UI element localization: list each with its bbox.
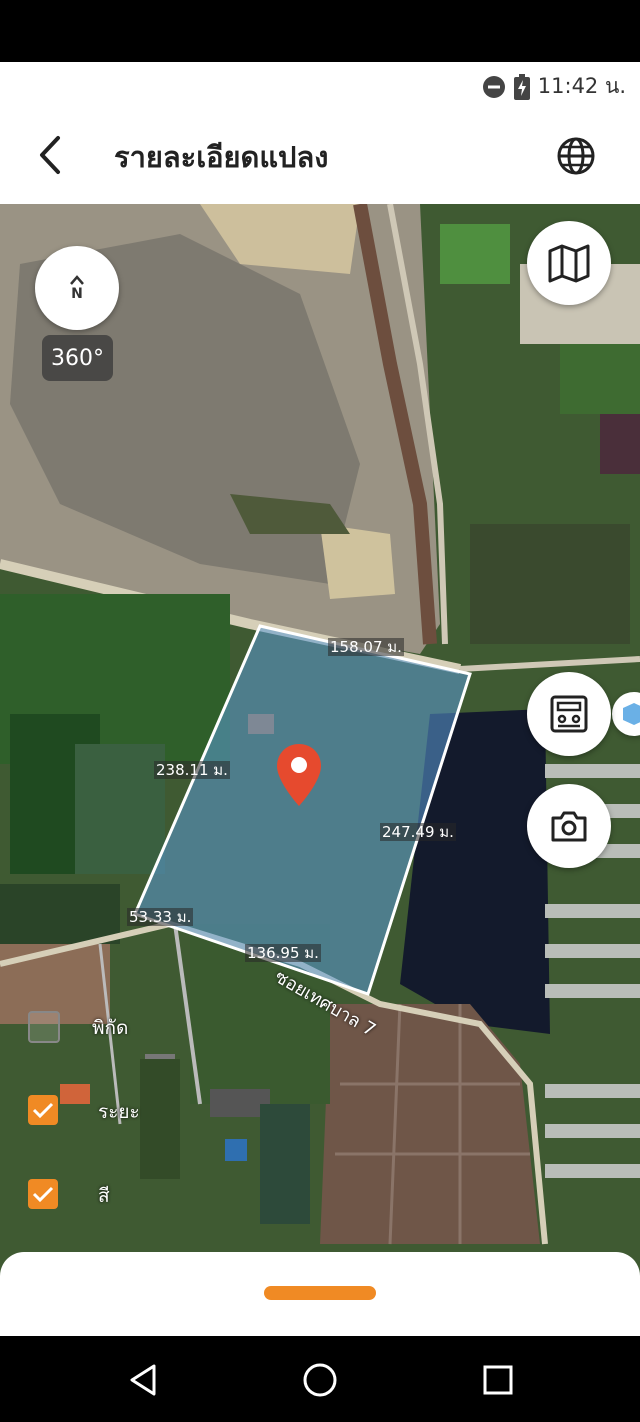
cube-icon [623,703,640,725]
status-time: 11:42 น. [537,74,626,98]
camera-button[interactable] [527,784,611,868]
measure-top: 158.07 ม. [328,638,404,656]
calculator-button[interactable] [527,672,611,756]
back-triangle-icon[interactable] [124,1360,164,1400]
rotation-degree-badge[interactable]: 360° [42,335,113,381]
back-arrow-icon[interactable] [30,132,70,178]
measure-bottom: 136.95 ม. [245,944,321,962]
status-bar: 11:42 น. [0,62,640,108]
recents-square-icon[interactable] [478,1360,518,1400]
system-nav-bar [0,1336,640,1422]
color-checkbox[interactable] [28,1179,58,1209]
compass-north-label: N [71,286,83,302]
color-label: สี [98,1185,110,1207]
measure-bottom-left: 53.33 ม. [127,908,194,926]
coordinates-label: พิกัด [92,1017,129,1039]
battery-charging-icon [513,73,530,100]
check-icon [32,1186,54,1203]
sheet-drag-handle[interactable] [264,1286,376,1300]
coordinates-checkbox[interactable] [28,1011,60,1043]
calculator-icon [550,695,588,733]
map-layers-icon [548,244,590,283]
measure-left: 238.11 ม. [154,761,230,779]
compass-button[interactable]: N [35,246,119,330]
status-right: 11:42 น. [482,70,626,103]
distance-label: ระยะ [98,1101,140,1123]
app-header: รายละเอียดแปลง [0,108,640,204]
bottom-sheet[interactable] [0,1252,640,1336]
north-arrow-icon [70,275,84,285]
page-title: รายละเอียดแปลง [114,140,329,174]
do-not-disturb-icon [482,75,505,98]
top-black-bar [0,0,640,62]
distance-checkbox[interactable] [28,1095,58,1125]
map-layers-button[interactable] [527,221,611,305]
measure-right: 247.49 ม. [380,823,456,841]
camera-icon [551,811,587,842]
satellite-map[interactable]: N 360° 158.07 ม. 238.11 ม. 247.49 ม. 53.… [0,204,640,1336]
check-icon [32,1102,54,1119]
home-circle-icon[interactable] [300,1360,340,1400]
location-pin-icon[interactable] [275,742,323,808]
globe-icon[interactable] [556,136,596,176]
